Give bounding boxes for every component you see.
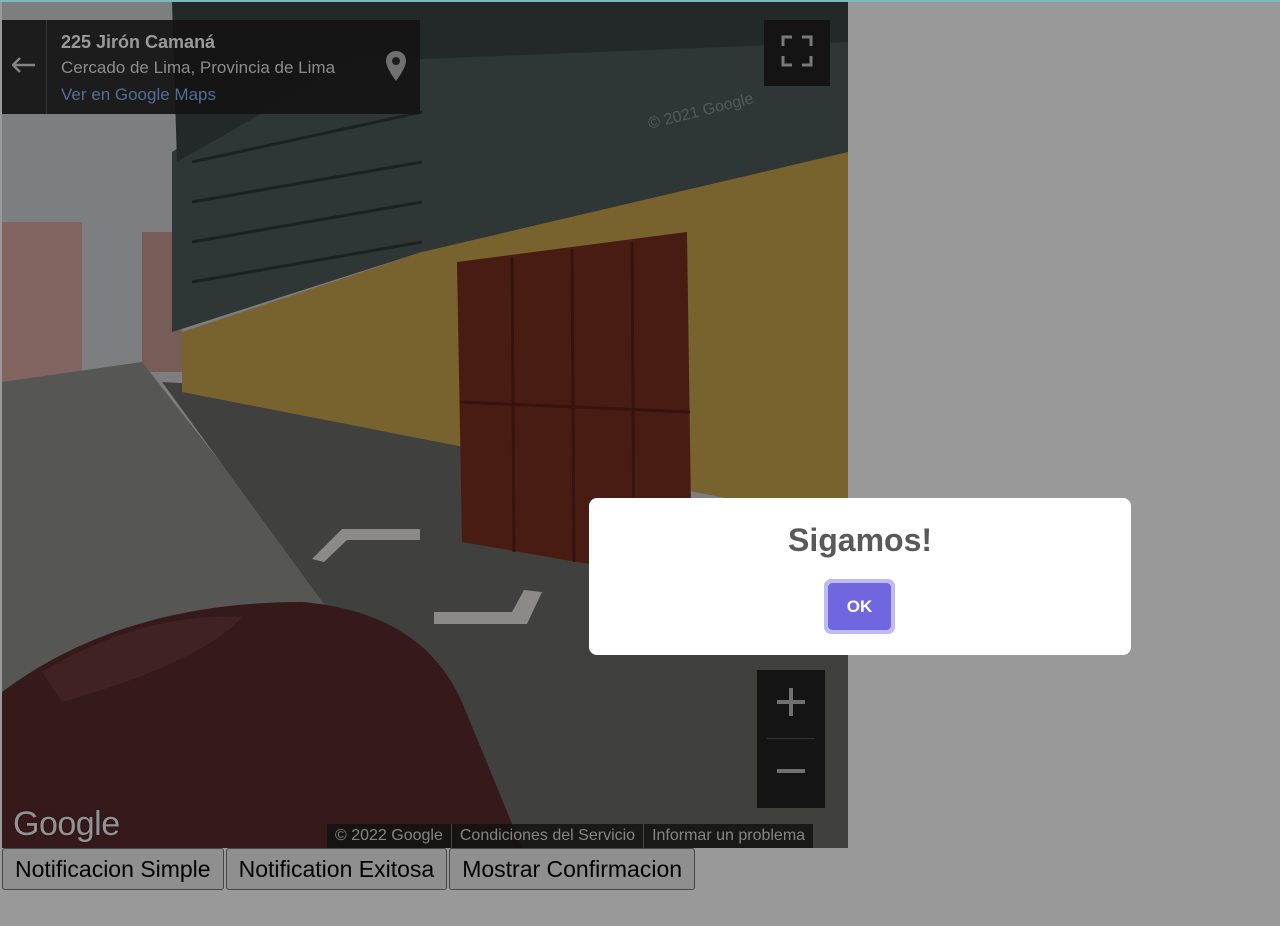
top-accent-line	[0, 0, 1280, 2]
ok-button[interactable]: OK	[824, 579, 895, 634]
modal-backdrop[interactable]	[0, 0, 1280, 926]
dialog-title: Sigamos!	[787, 522, 933, 558]
ok-button-label[interactable]: OK	[828, 583, 891, 630]
